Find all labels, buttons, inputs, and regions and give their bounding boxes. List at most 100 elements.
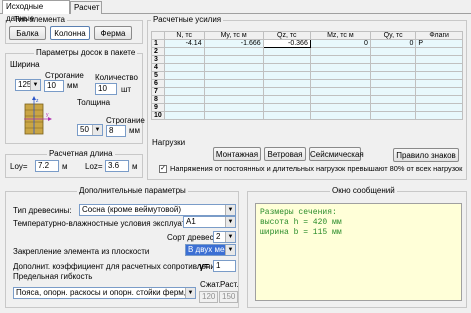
- table-cell[interactable]: 0: [309, 39, 371, 48]
- column-button[interactable]: Колонна: [50, 26, 90, 40]
- table-cell[interactable]: [415, 47, 463, 56]
- count-input[interactable]: 10: [95, 83, 117, 95]
- compress-label: Сжат.: [200, 280, 221, 289]
- wind-load-button[interactable]: Ветровая: [264, 147, 306, 161]
- loz-input[interactable]: 3.6: [105, 160, 129, 172]
- table-cell[interactable]: [415, 87, 463, 96]
- table-cell[interactable]: [369, 63, 417, 72]
- table-cell[interactable]: [163, 79, 205, 88]
- table-cell[interactable]: [163, 95, 205, 104]
- loy-input[interactable]: 7.2: [35, 160, 59, 172]
- tension-input[interactable]: 150: [219, 291, 238, 303]
- table-cell[interactable]: [203, 55, 264, 64]
- table-cell[interactable]: [309, 55, 371, 64]
- table-cell[interactable]: [262, 71, 311, 80]
- table-cell[interactable]: [415, 79, 463, 88]
- table-cell[interactable]: [262, 103, 311, 112]
- forces-header-row: N, тс My, тс м Qz, тс Mz, тс м Qy, тс Флаги: [151, 31, 463, 40]
- table-cell[interactable]: -1.666: [203, 39, 264, 48]
- mounting-load-button[interactable]: Монтажная: [213, 147, 261, 161]
- messages-box: Размеры сечения: высота h = 420 мм ширин…: [255, 203, 462, 301]
- table-cell[interactable]: [369, 47, 417, 56]
- table-cell[interactable]: [369, 111, 417, 120]
- table-cell[interactable]: [369, 103, 417, 112]
- conditions-label: Температурно-влажностные условия эксплуа…: [13, 219, 206, 228]
- table-cell[interactable]: [369, 95, 417, 104]
- wood-type-select[interactable]: Сосна (кроме веймутовой) ▼: [79, 204, 236, 216]
- count-label: Количество: [95, 73, 138, 82]
- gamma-symbol: γ=: [199, 261, 210, 271]
- table-cell[interactable]: [203, 63, 264, 72]
- table-cell[interactable]: [415, 95, 463, 104]
- table-cell[interactable]: [309, 95, 371, 104]
- table-row: 3: [151, 55, 463, 64]
- table-cell[interactable]: [163, 47, 205, 56]
- thickness-select[interactable]: 50 ▼: [77, 124, 103, 136]
- table-cell[interactable]: [415, 103, 463, 112]
- compress-input[interactable]: 120: [199, 291, 218, 303]
- grade-select[interactable]: 2 ▼: [213, 231, 236, 243]
- table-cell[interactable]: [203, 103, 264, 112]
- slenderness-select[interactable]: Пояса, опорн. раскосы и опорн. стойки фе…: [13, 287, 196, 299]
- table-row: 1 -4.14 -1.666 -0.366 0 0 P: [151, 39, 463, 48]
- table-cell[interactable]: [203, 95, 264, 104]
- width-select[interactable]: 125 ▼: [15, 79, 41, 91]
- table-cell[interactable]: [262, 111, 311, 120]
- table-cell[interactable]: [262, 79, 311, 88]
- fixing-select[interactable]: В двух местах ▼: [185, 244, 236, 256]
- table-cell[interactable]: P: [415, 39, 463, 48]
- table-cell[interactable]: [415, 63, 463, 72]
- table-cell[interactable]: [369, 87, 417, 96]
- row-number: 8: [151, 95, 165, 104]
- table-cell[interactable]: [262, 47, 311, 56]
- sign-rules-button[interactable]: Правило знаков: [393, 148, 459, 162]
- width-label: Ширина: [10, 60, 40, 69]
- table-cell[interactable]: [203, 87, 264, 96]
- tab-input-data[interactable]: Исходные данные: [2, 0, 70, 23]
- table-cell[interactable]: [309, 79, 371, 88]
- table-cell[interactable]: [415, 55, 463, 64]
- beam-button[interactable]: Балка: [9, 26, 46, 40]
- table-cell[interactable]: [163, 63, 205, 72]
- table-cell[interactable]: [262, 55, 311, 64]
- thickness-planing-input[interactable]: 8: [106, 125, 126, 137]
- table-cell[interactable]: [203, 47, 264, 56]
- thickness-label: Толщина: [77, 98, 111, 107]
- table-cell[interactable]: [369, 71, 417, 80]
- calc-length-title: Расчетная длина: [47, 149, 115, 159]
- table-cell[interactable]: [163, 55, 205, 64]
- table-cell[interactable]: [163, 111, 205, 120]
- table-cell[interactable]: [369, 55, 417, 64]
- table-cell[interactable]: [262, 63, 311, 72]
- table-cell[interactable]: [369, 79, 417, 88]
- table-cell[interactable]: [309, 103, 371, 112]
- coef-input[interactable]: 1: [213, 260, 236, 272]
- table-cell[interactable]: -0.366: [262, 39, 311, 48]
- table-cell[interactable]: [203, 111, 264, 120]
- table-cell[interactable]: [163, 87, 205, 96]
- table-cell[interactable]: [203, 71, 264, 80]
- width-planing-input[interactable]: 10: [44, 80, 64, 92]
- table-cell[interactable]: [415, 71, 463, 80]
- conditions-select[interactable]: А1 ▼: [183, 216, 236, 228]
- forces-table[interactable]: N, тс My, тс м Qz, тс Mz, тс м Qy, тс Флаги 1…: [151, 31, 463, 120]
- table-cell[interactable]: [309, 87, 371, 96]
- seismic-load-button[interactable]: Сейсмическая: [309, 147, 364, 161]
- truss-button[interactable]: Ферма: [94, 26, 132, 40]
- chevron-down-icon: ▼: [225, 205, 235, 215]
- table-cell[interactable]: [262, 87, 311, 96]
- table-cell[interactable]: 0: [369, 39, 417, 48]
- column-header: N, тс: [163, 31, 205, 40]
- table-cell[interactable]: [309, 111, 371, 120]
- table-cell[interactable]: [262, 95, 311, 104]
- table-cell[interactable]: [163, 71, 205, 80]
- tab-calculation[interactable]: Расчет: [70, 1, 102, 14]
- table-cell[interactable]: [163, 103, 205, 112]
- long-load-checkbox[interactable]: ✓: [159, 165, 167, 173]
- table-cell[interactable]: [309, 47, 371, 56]
- table-cell[interactable]: [309, 63, 371, 72]
- table-cell[interactable]: [415, 111, 463, 120]
- table-cell[interactable]: -4.14: [163, 39, 205, 48]
- table-cell[interactable]: [203, 79, 264, 88]
- table-cell[interactable]: [309, 71, 371, 80]
